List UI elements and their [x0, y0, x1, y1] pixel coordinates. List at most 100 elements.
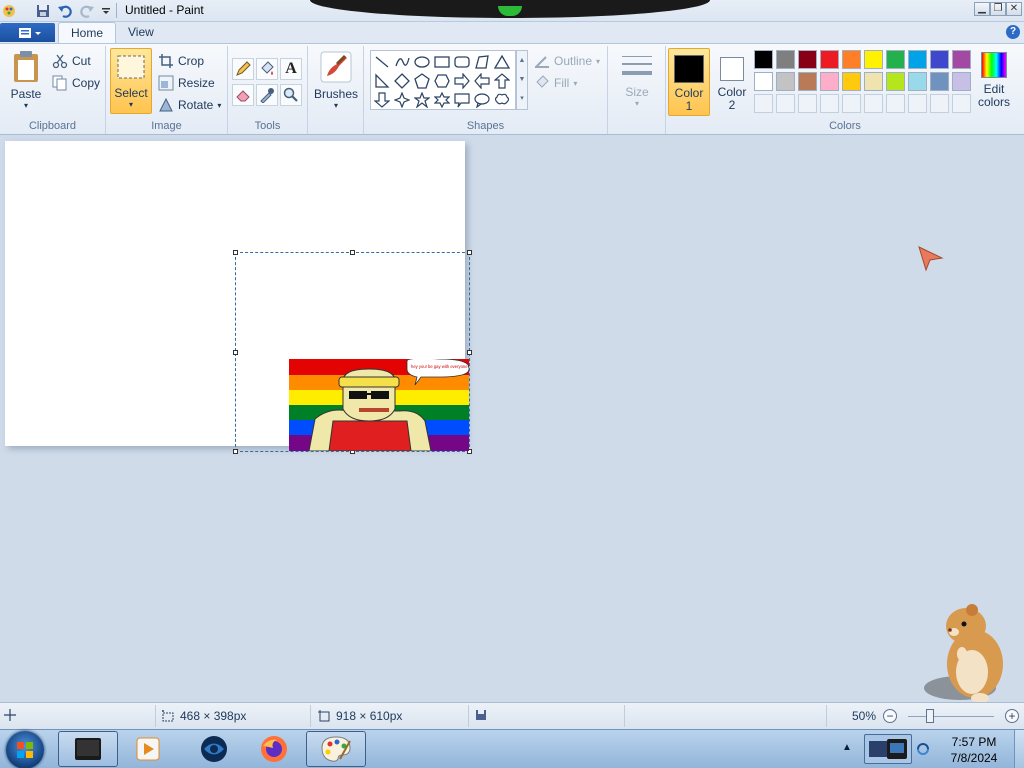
- color1-button[interactable]: Color 1: [668, 48, 710, 116]
- palette-swatch[interactable]: [908, 50, 927, 69]
- fill-button[interactable]: Fill ▾: [534, 74, 577, 92]
- five-point-star-shape-icon[interactable]: [412, 90, 431, 109]
- pentagon-shape-icon[interactable]: [412, 71, 431, 90]
- crop-button[interactable]: Crop: [158, 52, 204, 70]
- palette-swatch[interactable]: [842, 50, 861, 69]
- diamond-shape-icon[interactable]: [392, 71, 411, 90]
- zoom-slider-thumb[interactable]: [925, 709, 934, 723]
- text-icon[interactable]: A: [280, 58, 302, 80]
- palette-swatch[interactable]: [864, 50, 883, 69]
- custom-color-slot[interactable]: [842, 94, 861, 113]
- rectangle-shape-icon[interactable]: [432, 52, 451, 71]
- rect-callout-shape-icon[interactable]: [452, 90, 471, 109]
- six-point-star-shape-icon[interactable]: [432, 90, 451, 109]
- custom-color-slot[interactable]: [952, 94, 971, 113]
- resize-handle[interactable]: [233, 449, 238, 454]
- resize-handle[interactable]: [233, 250, 238, 255]
- polygon-shape-icon[interactable]: [472, 52, 491, 71]
- custom-color-slot[interactable]: [754, 94, 773, 113]
- magnifier-icon[interactable]: [280, 84, 302, 106]
- palette-swatch[interactable]: [886, 72, 905, 91]
- minimize-button[interactable]: ▁: [974, 2, 990, 16]
- help-icon[interactable]: ?: [1006, 25, 1020, 39]
- custom-color-slot[interactable]: [820, 94, 839, 113]
- palette-swatch[interactable]: [820, 50, 839, 69]
- restore-button[interactable]: ❐: [990, 2, 1006, 16]
- pencil-icon[interactable]: [232, 58, 254, 80]
- app-menu-button[interactable]: [0, 23, 55, 42]
- redo-icon[interactable]: [78, 2, 96, 20]
- show-hidden-icons-button[interactable]: ▲: [842, 742, 852, 753]
- custom-color-slot[interactable]: [776, 94, 795, 113]
- tray-sync-icon[interactable]: [916, 742, 930, 756]
- palette-swatch[interactable]: [952, 72, 971, 91]
- custom-color-slot[interactable]: [886, 94, 905, 113]
- curve-shape-icon[interactable]: [392, 52, 411, 71]
- copy-button[interactable]: Copy: [52, 74, 100, 92]
- palette-swatch[interactable]: [820, 72, 839, 91]
- taskbar-terminal-app[interactable]: [58, 731, 118, 767]
- right-triangle-shape-icon[interactable]: [372, 71, 391, 90]
- palette-swatch[interactable]: [798, 50, 817, 69]
- up-arrow-shape-icon[interactable]: [492, 71, 511, 90]
- edit-colors-button[interactable]: Edit colors: [974, 52, 1014, 116]
- outline-button[interactable]: Outline ▾: [534, 52, 600, 70]
- palette-swatch[interactable]: [754, 50, 773, 69]
- zoom-slider[interactable]: [908, 716, 994, 717]
- resize-button[interactable]: Resize: [158, 74, 215, 92]
- right-arrow-shape-icon[interactable]: [452, 71, 471, 90]
- resize-handle[interactable]: [467, 350, 472, 355]
- resize-handle[interactable]: [467, 250, 472, 255]
- custom-color-slot[interactable]: [864, 94, 883, 113]
- custom-color-slot[interactable]: [930, 94, 949, 113]
- palette-swatch[interactable]: [864, 72, 883, 91]
- palette-swatch[interactable]: [842, 72, 861, 91]
- customize-icon[interactable]: [97, 2, 115, 20]
- palette-swatch[interactable]: [798, 72, 817, 91]
- palette-swatch[interactable]: [754, 72, 773, 91]
- system-clock[interactable]: 7:57 PM 7/8/2024: [938, 734, 1010, 766]
- start-button[interactable]: [6, 731, 44, 768]
- select-button[interactable]: Select ▾: [110, 48, 152, 114]
- rotate-button[interactable]: Rotate ▾: [158, 96, 221, 114]
- tab-view[interactable]: View: [116, 22, 166, 44]
- left-arrow-shape-icon[interactable]: [472, 71, 491, 90]
- paste-button[interactable]: Paste ▾: [6, 50, 46, 110]
- eraser-icon[interactable]: [232, 84, 254, 106]
- color-picker-icon[interactable]: [256, 84, 278, 106]
- zoom-out-button[interactable]: −: [883, 709, 897, 723]
- pasted-image[interactable]: hey you! be gay with everyone!: [289, 359, 469, 451]
- hexagon-shape-icon[interactable]: [432, 71, 451, 90]
- close-button[interactable]: ✕: [1006, 2, 1022, 16]
- cut-button[interactable]: Cut: [52, 52, 91, 70]
- oval-shape-icon[interactable]: [412, 52, 431, 71]
- line-shape-icon[interactable]: [372, 52, 391, 71]
- taskbar-firefox-app[interactable]: [244, 731, 304, 767]
- taskbar-browser-app[interactable]: [184, 731, 244, 767]
- rounded-rectangle-shape-icon[interactable]: [452, 52, 471, 71]
- custom-color-slot[interactable]: [798, 94, 817, 113]
- drawing-canvas[interactable]: hey you! be gay with everyone!: [5, 141, 472, 454]
- taskbar-media-player-app[interactable]: [118, 731, 178, 767]
- palette-swatch[interactable]: [952, 50, 971, 69]
- show-desktop-button[interactable]: [1014, 730, 1024, 768]
- palette-swatch[interactable]: [930, 72, 949, 91]
- size-button[interactable]: Size ▾: [616, 52, 658, 112]
- color2-button[interactable]: Color 2: [712, 48, 752, 116]
- palette-swatch[interactable]: [908, 72, 927, 91]
- palette-swatch[interactable]: [776, 50, 795, 69]
- palette-swatch[interactable]: [930, 50, 949, 69]
- taskbar-paint-app[interactable]: [306, 731, 366, 767]
- resize-handle[interactable]: [233, 350, 238, 355]
- triangle-shape-icon[interactable]: [492, 52, 511, 71]
- down-arrow-shape-icon[interactable]: [372, 90, 391, 109]
- brushes-button[interactable]: Brushes ▾: [312, 50, 360, 114]
- four-point-star-shape-icon[interactable]: [392, 90, 411, 109]
- tray-network-icon[interactable]: [864, 734, 912, 764]
- undo-icon[interactable]: [56, 2, 74, 20]
- cloud-callout-shape-icon[interactable]: [492, 90, 511, 109]
- oval-callout-shape-icon[interactable]: [472, 90, 491, 109]
- palette-swatch[interactable]: [886, 50, 905, 69]
- zoom-in-button[interactable]: +: [1005, 709, 1019, 723]
- paint-app-icon[interactable]: [0, 2, 18, 20]
